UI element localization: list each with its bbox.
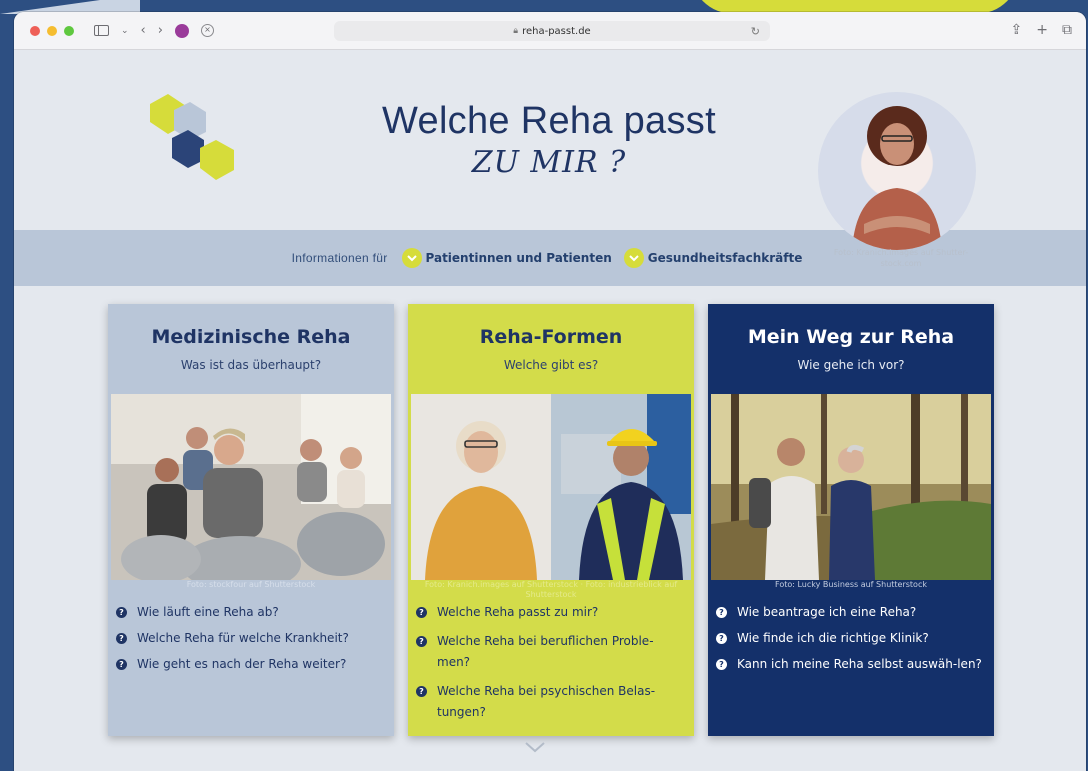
site-logo[interactable] — [148, 92, 238, 182]
forward-arrow-icon[interactable]: › — [158, 23, 163, 38]
list-item[interactable]: ? Kann ich meine Reha selbst auswäh-len? — [716, 654, 984, 674]
address-bar[interactable]: 🔒︎ reha-passt.de ↻ — [334, 21, 770, 41]
question-icon: ? — [716, 633, 727, 644]
list-item-label: Welche Reha bei beruflichen Proble-men? — [437, 634, 654, 669]
card-photo-group-exercise — [111, 394, 391, 580]
chevron-down-icon[interactable]: ⌄ — [121, 26, 129, 36]
card-title: Medizinische Reha — [151, 326, 351, 348]
lock-icon: 🔒︎ — [513, 26, 519, 36]
page-title-line2: ZU MIR ? — [471, 145, 627, 180]
close-window-button[interactable] — [30, 25, 40, 36]
maximize-window-button[interactable] — [64, 25, 74, 36]
list-item[interactable]: ? Welche Reha bei psychischen Belas-tunge… — [416, 681, 684, 723]
card-subtitle: Wie gehe ich vor? — [797, 358, 905, 372]
list-item[interactable]: ? Wie finde ich die richtige Klinik? — [716, 628, 984, 648]
page-title-line1: Welche Reha passt — [382, 100, 716, 142]
new-tab-icon[interactable]: + — [1036, 22, 1048, 38]
list-item[interactable]: ? Wie geht es nach der Reha weiter? — [116, 654, 384, 674]
card-photo-hikers — [711, 394, 991, 580]
list-item-label: Welche Reha bei psychischen Belas-tungen… — [437, 684, 656, 719]
chevron-down-icon — [401, 248, 422, 268]
question-icon: ? — [416, 636, 427, 647]
list-item[interactable]: ? Welche Reha für welche Krankheit? — [116, 628, 384, 648]
card-question-list: ? Wie beantrage ich eine Reha? ? Wie finde… — [716, 602, 984, 680]
topic-cards: Medizinische Reha Was ist das überhaupt?… — [108, 304, 994, 736]
tab-overview-icon[interactable]: ⧉ — [1062, 22, 1072, 38]
window-controls — [30, 25, 74, 36]
portrait-image — [818, 92, 976, 250]
nav-link-patients[interactable]: Patientinnen und Patienten — [401, 248, 612, 268]
sidebar-toggle-icon[interactable] — [94, 25, 109, 36]
browser-toolbar: ⌄ ‹ › × 🔒︎ reha-passt.de ↻ ⇪ + ⧉ — [14, 12, 1086, 50]
chevron-down-icon — [623, 248, 644, 268]
question-icon: ? — [716, 607, 727, 618]
list-item-label: Wie läuft eine Reha ab? — [137, 605, 279, 619]
share-icon[interactable]: ⇪ — [1011, 22, 1023, 38]
list-item-label: Welche Reha passt zu mir? — [437, 605, 599, 619]
question-icon: ? — [116, 607, 127, 618]
list-item-label: Welche Reha für welche Krankheit? — [137, 631, 349, 645]
back-arrow-icon[interactable]: ‹ — [141, 23, 146, 38]
privacy-extension-icon[interactable]: × — [200, 24, 214, 37]
photo-caption: Foto: Kranich.images auf Shutterstock · … — [424, 580, 678, 599]
audience-label: Informationen für — [291, 251, 388, 265]
list-item-label: Kann ich meine Reha selbst auswäh-len? — [737, 657, 982, 671]
page-header: Welche Reha passt ZU MIR ? Foto: Kranich… — [14, 50, 1086, 268]
question-icon: ? — [116, 633, 127, 644]
list-item-label: Wie beantrage ich eine Reha? — [737, 605, 917, 619]
list-item[interactable]: ? Wie beantrage ich eine Reha? — [716, 602, 984, 622]
page-title: Welche Reha passt ZU MIR ? — [354, 100, 744, 180]
card-subtitle: Welche gibt es? — [503, 358, 599, 372]
photo-caption: Foto: Lucky Business auf Shutterstock — [775, 580, 927, 589]
card-question-list: ? Wie läuft eine Reha ab? ? Welche Reha fü… — [116, 602, 384, 680]
question-icon: ? — [716, 659, 727, 670]
nav-link-professionals-label: Gesundheitsfachkräfte — [647, 251, 803, 265]
scroll-down-chevron-icon[interactable] — [523, 740, 547, 754]
question-icon: ? — [416, 607, 427, 618]
card-medizinische-reha[interactable]: Medizinische Reha Was ist das überhaupt?… — [108, 304, 394, 736]
portrait-caption: Foto: Kranich.images auf Shutter-stock.c… — [833, 248, 969, 268]
nav-link-patients-label: Patientinnen und Patienten — [425, 251, 612, 265]
nav-link-professionals[interactable]: Gesundheitsfachkräfte — [623, 248, 803, 268]
list-item-label: Wie geht es nach der Reha weiter? — [137, 657, 347, 671]
photo-caption: Foto: stockfour auf Shutterstock — [186, 580, 316, 589]
card-subtitle: Was ist das überhaupt? — [180, 358, 322, 372]
url-text: reha-passt.de — [522, 25, 591, 37]
reload-icon[interactable]: ↻ — [751, 25, 760, 38]
toolbar-right-icons: ⇪ + ⧉ — [1011, 22, 1072, 38]
card-photo-woman-and-worker — [411, 394, 691, 580]
card-title: Reha-Formen — [479, 326, 623, 348]
list-item[interactable]: ? Wie läuft eine Reha ab? — [116, 602, 384, 622]
list-item-label: Wie finde ich die richtige Klinik? — [737, 631, 929, 645]
question-icon: ? — [116, 659, 127, 670]
card-question-list: ? Welche Reha passt zu mir? ? Welche Reha … — [416, 602, 684, 731]
card-reha-formen[interactable]: Reha-Formen Welche gibt es? Foto: Kranic… — [408, 304, 694, 736]
question-icon: ? — [416, 686, 427, 697]
minimize-window-button[interactable] — [47, 25, 57, 36]
card-title: Mein Weg zur Reha — [747, 326, 955, 348]
extension-icon[interactable] — [174, 23, 189, 38]
toolbar-left-icons: ⌄ ‹ › × — [94, 23, 214, 38]
card-mein-weg-zur-reha[interactable]: Mein Weg zur Reha Wie gehe ich vor? Foto… — [708, 304, 994, 736]
list-item[interactable]: ? Welche Reha passt zu mir? — [416, 602, 684, 623]
list-item[interactable]: ? Welche Reha bei beruflichen Proble-men? — [416, 631, 684, 673]
